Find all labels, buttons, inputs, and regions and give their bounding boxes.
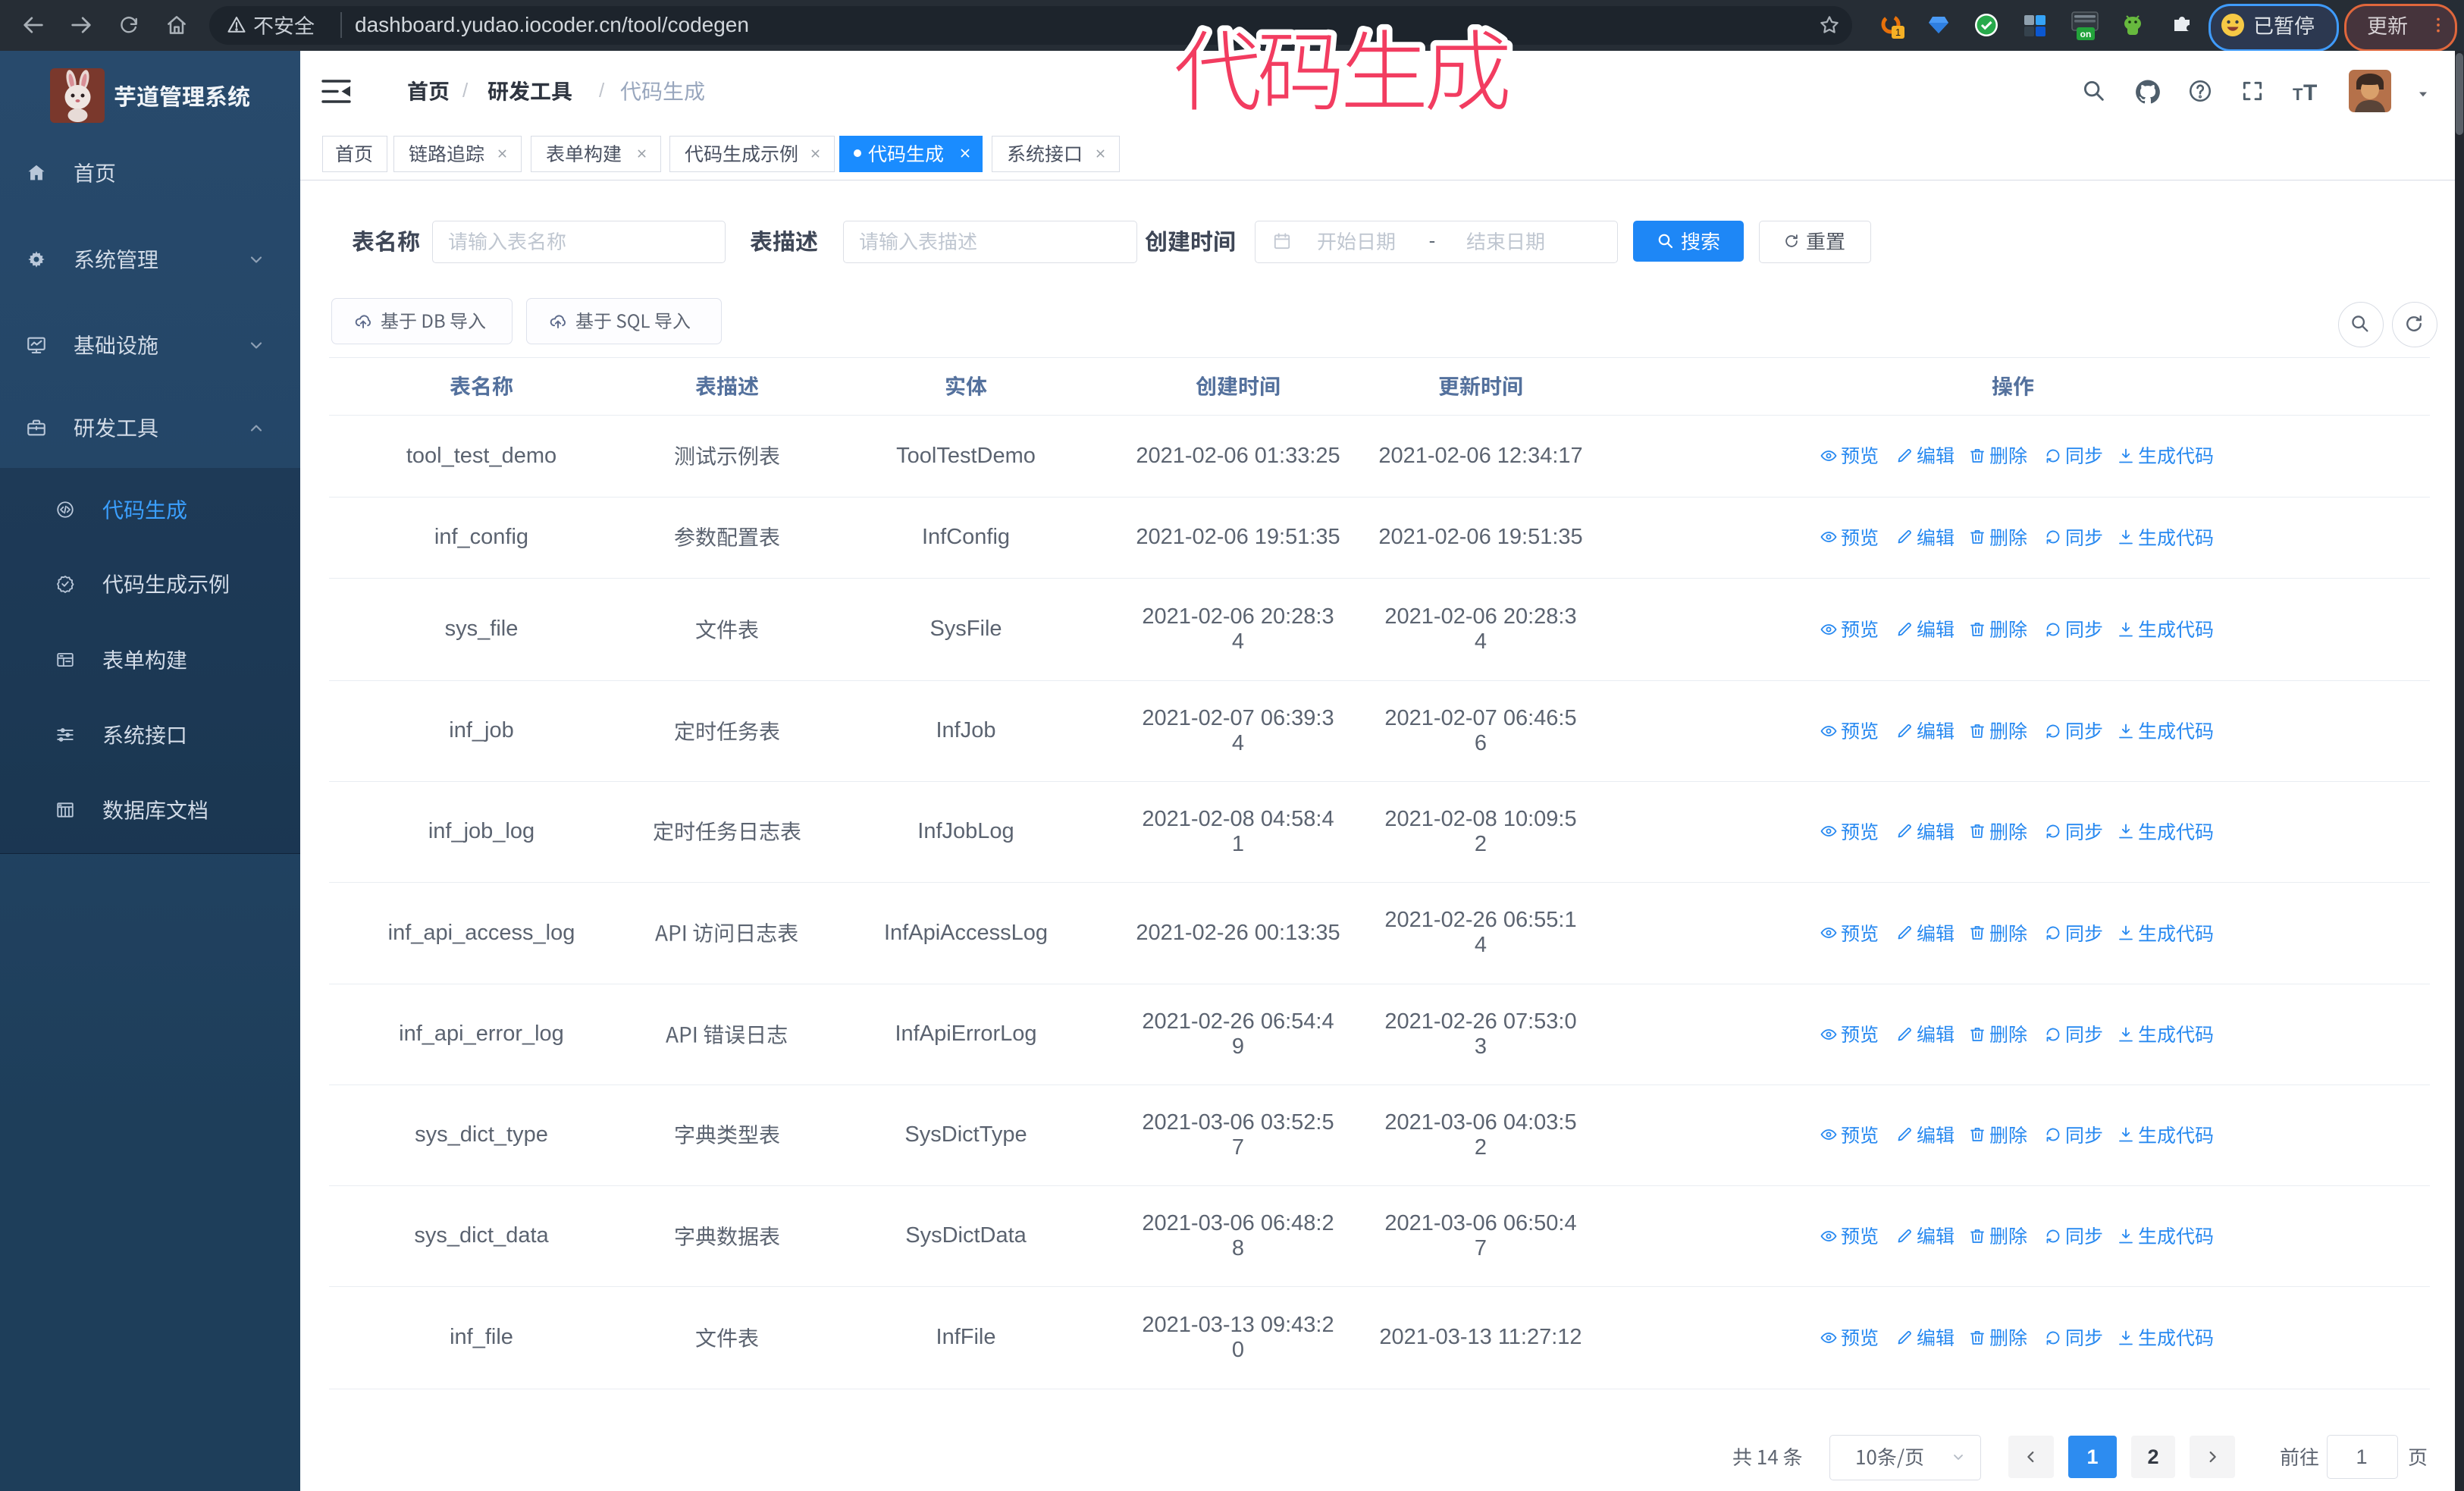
svg-text:T: T (2293, 85, 2303, 104)
svg-text:on: on (2080, 29, 2092, 39)
svg-text:T: T (2303, 80, 2317, 105)
svg-text:1: 1 (1895, 27, 1901, 38)
